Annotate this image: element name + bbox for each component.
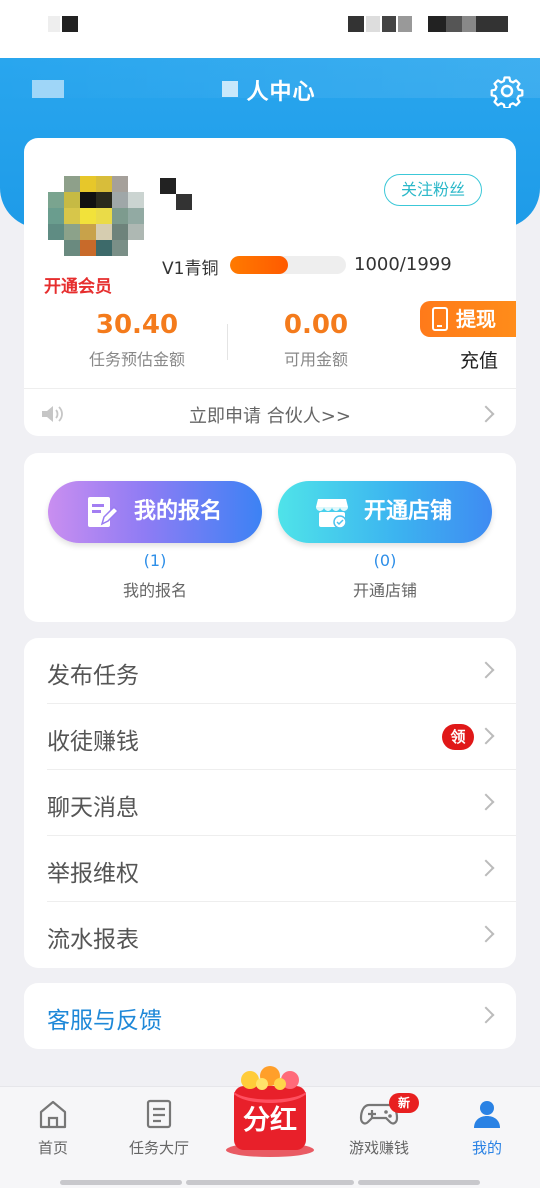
status-block: [48, 16, 60, 32]
store-icon: [316, 499, 348, 529]
home-indicator: [60, 1180, 182, 1185]
my-signup-label: 我的报名: [134, 499, 223, 524]
menu-item-chat[interactable]: 聊天消息: [24, 770, 516, 836]
customer-service-item[interactable]: 客服与反馈: [24, 983, 516, 1049]
stat-label: 可用金额: [283, 350, 348, 369]
menu-item-recruit[interactable]: 收徒赚钱 领: [24, 704, 516, 770]
chevron-right-icon: [477, 925, 495, 943]
phone-icon: [432, 307, 448, 331]
menu-item-label: 流水报表: [47, 927, 139, 953]
avatar[interactable]: [48, 176, 144, 260]
tab-game-earn[interactable]: 新 游戏赚钱: [329, 1093, 429, 1158]
stat-value: 0.00: [283, 310, 349, 340]
customer-service-label: 客服与反馈: [47, 1008, 162, 1034]
stat-estimated[interactable]: 30.40 任务预估金额: [52, 310, 222, 370]
menu-item-report[interactable]: 举报维权: [24, 836, 516, 902]
status-block: [348, 16, 364, 32]
status-block: [62, 16, 78, 32]
partner-notice[interactable]: 立即申请 合伙人>>: [24, 402, 516, 428]
vip-link[interactable]: 开通会员: [44, 272, 112, 297]
home-indicator: [186, 1180, 354, 1185]
profile-card: 开通会员 关注粉丝 V1青铜 1000/1999 30.40 任务预估金额 0.…: [24, 138, 516, 436]
recharge-button[interactable]: 充值: [460, 346, 498, 373]
signup-count: (1): [143, 551, 167, 570]
person-icon: [474, 1101, 500, 1128]
menu-item-label: 发布任务: [47, 663, 139, 689]
divider: [24, 388, 516, 389]
menu-card: 发布任务 收徒赚钱 领 聊天消息 举报维权 流水报表: [24, 638, 516, 968]
tab-label: 首页: [37, 1139, 68, 1157]
open-store-label: 开通店铺: [364, 499, 453, 524]
status-bar: [0, 0, 540, 58]
chevron-right-icon: [477, 793, 495, 811]
stat-label: 任务预估金额: [88, 350, 185, 369]
tab-mine[interactable]: 我的: [437, 1099, 537, 1158]
edit-document-icon: [88, 497, 120, 527]
status-block: [446, 16, 462, 32]
tab-label: 我的: [471, 1139, 502, 1157]
stat-available[interactable]: 0.00 可用金额: [231, 310, 401, 370]
home-icon: [39, 1100, 67, 1129]
status-block: [366, 16, 380, 32]
my-signup-button[interactable]: 我的报名: [48, 481, 262, 543]
follow-fans-button[interactable]: 关注粉丝: [383, 174, 482, 206]
level-progress-fill: [230, 256, 288, 274]
withdraw-label: 提现: [456, 307, 496, 331]
signup-caption: 我的报名: [122, 581, 187, 600]
menu-item-publish-task[interactable]: 发布任务: [24, 638, 516, 704]
stat-value: 30.40: [95, 310, 179, 340]
gear-icon[interactable]: [490, 74, 524, 108]
menu-item-label: 收徒赚钱: [47, 729, 139, 755]
menu-item-statement[interactable]: 流水报表: [24, 902, 516, 968]
home-indicator: [358, 1180, 480, 1185]
claim-badge: 领: [442, 724, 474, 750]
page-title: 人中心: [246, 80, 316, 105]
status-block: [398, 16, 412, 32]
status-block: [382, 16, 396, 32]
level-progress-bar: [230, 256, 346, 274]
chevron-right-icon: [477, 859, 495, 877]
store-count: (0): [373, 551, 397, 570]
chevron-right-icon: [477, 727, 495, 745]
task-list-icon: [146, 1099, 172, 1129]
chevron-right-icon: [477, 661, 495, 679]
tab-label: 任务大厅: [128, 1139, 189, 1157]
dividend-label: 分红: [243, 1104, 297, 1136]
menu-item-label: 举报维权: [47, 861, 139, 887]
withdraw-button[interactable]: 提现: [420, 301, 516, 337]
tab-task-hall[interactable]: 任务大厅: [109, 1099, 209, 1158]
divider: [227, 324, 228, 360]
store-caption: 开通店铺: [352, 581, 417, 600]
status-block: [462, 16, 476, 32]
tab-label: 游戏赚钱: [348, 1139, 409, 1157]
status-block: [476, 16, 508, 32]
new-badge: 新: [389, 1093, 419, 1113]
tab-home[interactable]: 首页: [3, 1099, 103, 1158]
level-count: 1000/1999: [354, 254, 452, 275]
action-card: 我的报名 开通店铺 (1) (0) 我的报名 开通店铺: [24, 453, 516, 622]
open-store-button[interactable]: 开通店铺: [278, 481, 492, 543]
status-block: [428, 16, 446, 32]
level-name: V1青铜: [162, 259, 219, 279]
chevron-right-icon: [477, 1006, 495, 1024]
username: [160, 178, 192, 210]
red-envelope-icon[interactable]: 分红: [222, 1066, 318, 1158]
menu-item-label: 聊天消息: [47, 795, 139, 821]
